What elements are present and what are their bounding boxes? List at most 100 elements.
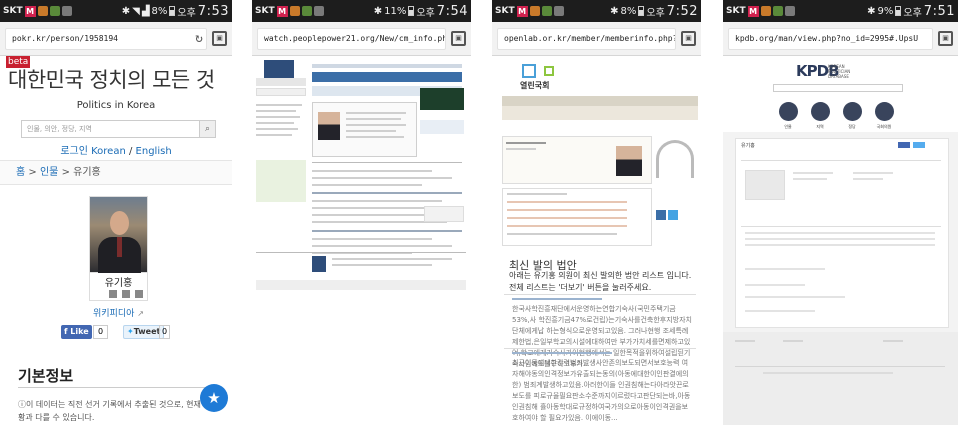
bluetooth-icon: ✱: [121, 5, 131, 17]
twitter-icon[interactable]: [109, 290, 117, 298]
breadcrumb-current: 유기홍: [73, 167, 101, 178]
status-bar: SKT M ✱ 9% 오후 7:51: [723, 0, 958, 22]
browser-toolbar: watch.peoplepower21.org/New/cm_info.php?…: [252, 22, 471, 56]
favorite-star-button[interactable]: ★: [200, 384, 228, 412]
notification-icon: [61, 6, 72, 16]
language-links: 로그인 Korean / English: [0, 142, 232, 157]
section-title: 기본정보: [18, 367, 74, 385]
carrier-label: SKT: [495, 6, 515, 16]
nav-label: 지역: [816, 124, 824, 129]
url-field[interactable]: watch.peoplepower21.org/New/cm_info.php?: [257, 27, 446, 50]
footer-logo: [312, 256, 326, 272]
battery-percent: 8%: [620, 5, 637, 17]
home-icon[interactable]: [135, 290, 143, 298]
phone-screen-kpdb: SKT M ✱ 9% 오후 7:51 kpdb.org/man/view.php…: [723, 0, 958, 425]
facebook-like-button[interactable]: [898, 142, 910, 148]
photo-placeholder: [745, 170, 785, 200]
top-nav[interactable]: [312, 72, 462, 82]
notification-icon: [313, 6, 324, 16]
breadcrumb-home[interactable]: 홈: [16, 167, 25, 178]
battery-icon: [169, 6, 176, 16]
notification-icon: [541, 6, 552, 16]
nav-label: 국회의원: [876, 124, 892, 129]
browser-toolbar: openlab.or.kr/member/memberinfo.php?ssn=…: [492, 22, 701, 56]
twitter-icon[interactable]: [668, 210, 678, 220]
english-link[interactable]: English: [136, 146, 172, 157]
brand-name: 열린국회: [520, 81, 550, 90]
top-nav[interactable]: [502, 96, 698, 106]
bluetooth-icon: ✱: [373, 5, 383, 17]
clock: 7:52: [666, 3, 698, 19]
tabs-icon[interactable]: ▣: [938, 31, 953, 46]
reload-icon[interactable]: ↻: [195, 29, 206, 49]
facebook-icon[interactable]: [656, 210, 666, 220]
notification-icon: [289, 6, 300, 16]
url-field[interactable]: openlab.or.kr/member/memberinfo.php?ssn=: [497, 27, 676, 50]
site-title: 대한민국 정치의 모든 것: [8, 68, 215, 92]
bill-summary-2: 최근이동에대한강력범죄발생사안존의보도되면서보호능력 여자해야동의인격정보가유출…: [512, 359, 691, 422]
person-photo: [89, 196, 148, 274]
site-subtitle: Politics in Korea: [76, 100, 156, 111]
notification-icon: [760, 6, 771, 16]
ampm-label: 오후: [416, 7, 435, 19]
party-icon[interactable]: [843, 102, 862, 121]
tabs-icon[interactable]: ▣: [681, 31, 696, 46]
logo-mark: [522, 64, 536, 78]
tabs-icon[interactable]: ▣: [212, 31, 227, 46]
twitter-bird-icon: ✦: [127, 327, 134, 336]
search-input[interactable]: 인물, 의안, 정당, 지역 ⌕: [21, 120, 216, 138]
wikipedia-link[interactable]: 위키피디아 ↗: [93, 306, 144, 319]
battery-percent: 8%: [151, 5, 168, 17]
phone-screen-pokr: SKT M ✱ ◥ ▟ 8% 오후 7:53 pokr.kr/person/19…: [0, 0, 232, 425]
notification-icon: [37, 6, 48, 16]
wifi-icon: ◥: [132, 5, 140, 17]
browser-toolbar: kpdb.org/man/view.php?no_id=2995#.UpsU ▣: [723, 22, 958, 56]
region-icon[interactable]: [811, 102, 830, 121]
search-placeholder: 인물, 의안, 정당, 지역: [27, 125, 92, 133]
search-icon[interactable]: ⌕: [199, 121, 215, 137]
facebook-like-button[interactable]: f Like: [61, 325, 92, 339]
clock: 7:54: [436, 3, 468, 19]
notification-icon: [553, 6, 564, 16]
bluetooth-icon: ✱: [610, 5, 619, 17]
status-bar: SKT M ✱ 11% 오후 7:54: [252, 0, 471, 22]
recent-bills-desc: 아래는 유기홍 의원이 최신 발의한 법안 리스트 입니다. 전체 리스트는 '…: [509, 271, 692, 292]
external-link-icon: ↗: [137, 309, 144, 318]
site-logo: [264, 60, 294, 78]
breadcrumb-people[interactable]: 인물: [40, 167, 58, 178]
person-photo: [318, 112, 340, 140]
bottom-search-bar[interactable]: [256, 280, 466, 290]
phone-screen-openlab: SKT M ✱ 8% 오후 7:52 openlab.or.kr/member/…: [492, 0, 701, 425]
clock: 7:51: [923, 3, 955, 19]
search-input[interactable]: [773, 84, 903, 92]
login-box: [256, 78, 306, 86]
notification-icon: [772, 6, 783, 16]
battery-icon: [638, 6, 645, 16]
footer: [723, 332, 958, 425]
tabs-icon[interactable]: ▣: [451, 31, 466, 46]
side-banner: [256, 160, 306, 202]
battery-percent: 9%: [877, 5, 894, 17]
url-field[interactable]: pokr.kr/person/1958194 ↻: [5, 27, 207, 50]
nav-label: 정당: [848, 124, 856, 129]
clock: 7:53: [197, 3, 229, 19]
assembly-icon[interactable]: [875, 102, 894, 121]
url-field[interactable]: kpdb.org/man/view.php?no_id=2995#.UpsU: [728, 27, 933, 50]
people-icon[interactable]: [779, 102, 798, 121]
phone-screen-peoplepower: SKT M ✱ 11% 오후 7:54 watch.peoplepower21.…: [252, 0, 471, 425]
message-app-icon: M: [276, 5, 288, 17]
tweet-button[interactable]: [913, 142, 925, 148]
message-app-icon: M: [516, 5, 528, 17]
ampm-label: 오후: [177, 7, 196, 19]
login-korean-link[interactable]: 로그인 Korean: [60, 146, 125, 157]
banner: [420, 88, 464, 110]
nav-label: 인물: [784, 124, 792, 129]
notification-icon: [49, 6, 60, 16]
facebook-icon[interactable]: [122, 290, 130, 298]
person-photo: [616, 146, 642, 176]
message-app-icon: M: [24, 5, 36, 17]
like-count: 0: [93, 325, 108, 339]
battery-icon: [895, 6, 902, 16]
bluetooth-icon: ✱: [867, 5, 876, 17]
signal-icon: ▟: [141, 5, 150, 17]
